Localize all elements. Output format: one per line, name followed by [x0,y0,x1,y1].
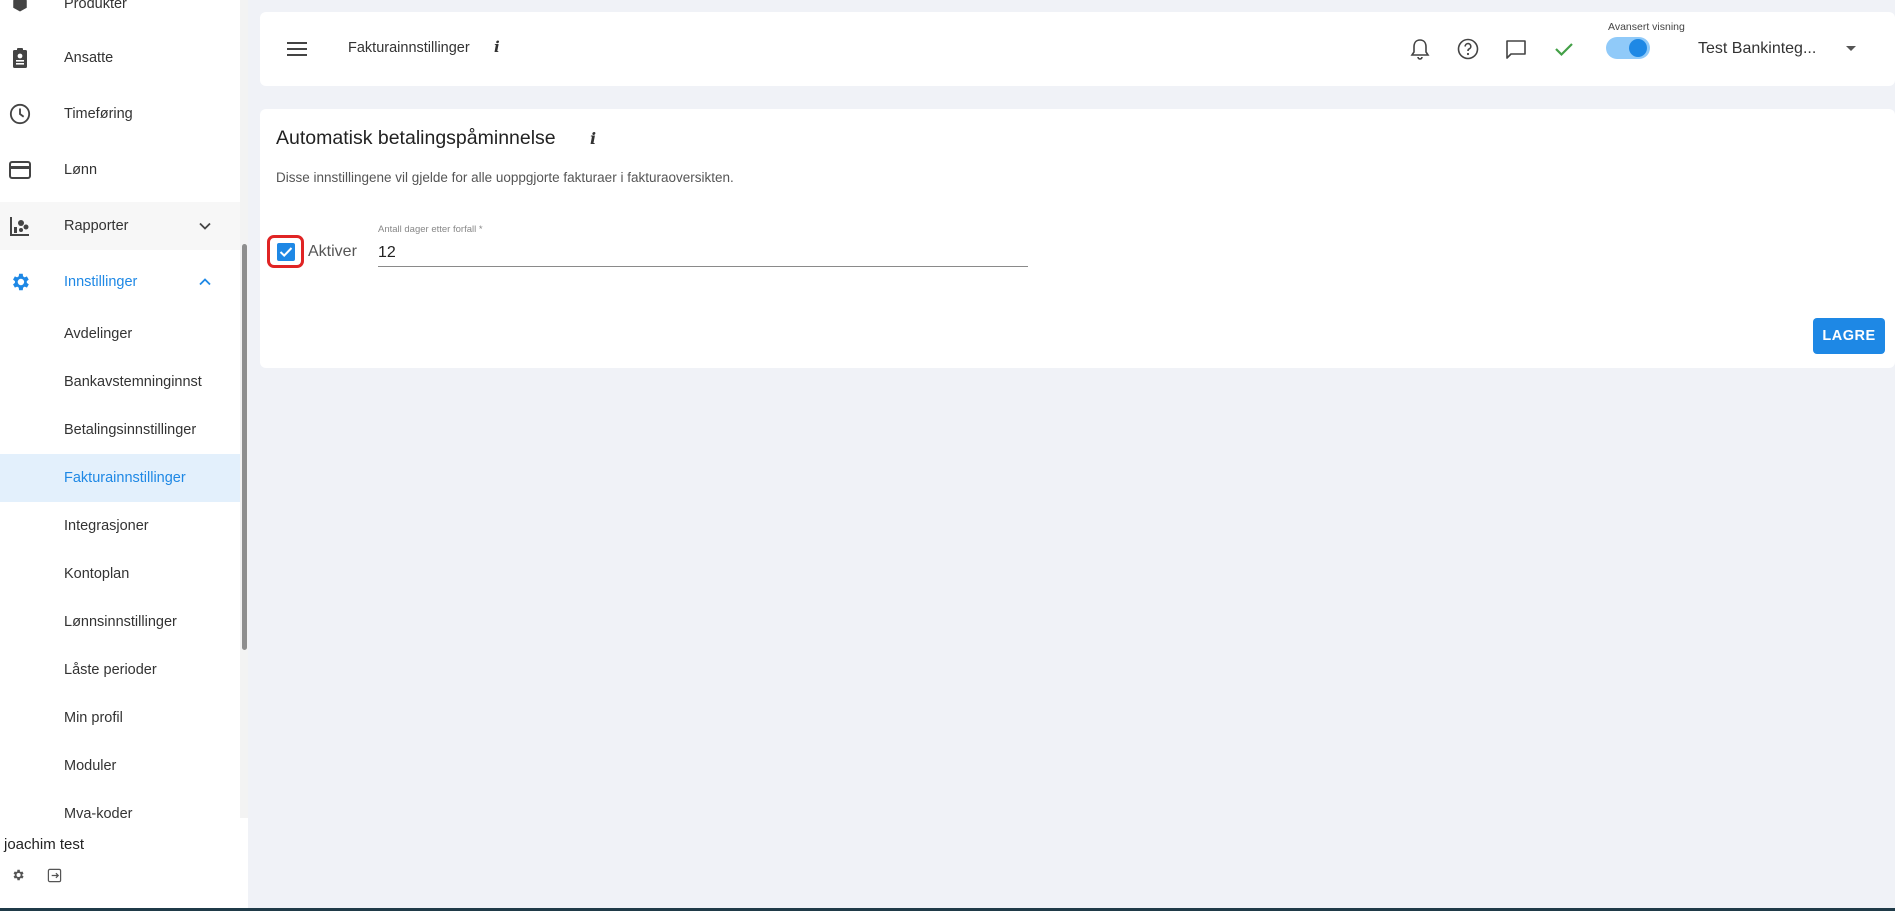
sidebar-subitem-kontoplan[interactable]: Kontoplan [0,550,240,598]
sidebar-subitem-label: Min profil [64,710,123,726]
checkmark-icon[interactable] [1551,36,1577,62]
sidebar-scrollbar-thumb[interactable] [242,244,247,650]
sidebar-subitem-label: Integrasjoner [64,518,149,534]
sidebar-subitem-label: Avdelinger [64,326,133,342]
sidebar-subitem-bankavstemninginnst[interactable]: Bankavstemninginnst [0,358,240,406]
advanced-view-toggle[interactable] [1606,37,1650,59]
page-title: Fakturainnstillinger [348,40,470,56]
checkbox-checked [276,242,295,261]
sidebar-item-label: Rapporter [64,218,129,234]
sidebar-subitem-label: Lønnsinnstillinger [64,614,177,630]
sidebar-subitem-integrasjoner[interactable]: Integrasjoner [0,502,240,550]
sidebar-subitem-label: Betalingsinnstillinger [64,422,197,438]
advanced-view-label: Avansert visning [1608,21,1685,33]
sidebar-item-label: Timeføring [64,106,133,122]
report-icon [8,214,32,238]
sidebar-subitem-label: Moduler [64,758,117,774]
user-name: joachim test [4,836,85,853]
days-after-due-input[interactable] [378,239,1028,267]
check-icon [279,246,292,257]
chevron-down-icon [196,217,214,235]
sidebar-item-label: Ansatte [64,50,114,66]
badge-icon [8,46,32,70]
sidebar-subitem-betalingsinnstillinger[interactable]: Betalingsinnstillinger [0,406,240,454]
sidebar-item-label: Produkter [64,0,127,12]
sidebar-subitem-label: Kontoplan [64,566,130,582]
chevron-up-icon [196,273,214,291]
hamburger-menu-icon[interactable] [284,36,310,62]
credit-card-icon [8,158,32,182]
payment-reminder-card: Automatisk betalingspåminnelse i Disse i… [260,109,1895,368]
sidebar-nav[interactable]: Produkter Ansatte Timeføring Lønn Rappor… [0,0,248,818]
sidebar-item-rapporter[interactable]: Rapporter [0,202,240,250]
chat-icon[interactable] [1503,36,1529,62]
save-button[interactable]: LAGRE [1813,318,1885,354]
sidebar: Produkter Ansatte Timeføring Lønn Rappor… [0,0,248,911]
sidebar-subitem-label: Bankavstemninginnst [64,374,202,390]
sidebar-subitem-fakturainnstillinger[interactable]: Fakturainnstillinger [0,454,240,502]
topbar: Fakturainnstillinger i Avansert visning … [260,12,1895,86]
sidebar-subitem-label: Fakturainnstillinger [64,470,186,486]
info-icon[interactable]: i [494,38,500,56]
sidebar-item-produkter[interactable]: Produkter [0,0,240,28]
sidebar-subitem-lonnsinnstillinger[interactable]: Lønnsinnstillinger [0,598,240,646]
caret-down-icon[interactable] [1846,46,1856,51]
days-after-due-label: Antall dager etter forfall * [378,224,483,235]
sidebar-subitem-laste-perioder[interactable]: Låste perioder [0,646,240,694]
info-icon[interactable]: i [590,129,596,148]
sidebar-subitem-min-profil[interactable]: Min profil [0,694,240,742]
sidebar-item-label: Innstillinger [64,274,138,290]
sidebar-item-ansatte[interactable]: Ansatte [0,34,240,82]
sidebar-subitem-mva-koder[interactable]: Mva-koder [0,790,240,818]
aktiver-label: Aktiver [308,243,357,260]
bell-icon[interactable] [1407,36,1433,62]
sidebar-subitem-label: Mva-koder [64,806,133,818]
sidebar-subitem-label: Låste perioder [64,662,157,678]
box-icon [8,0,32,16]
toggle-knob [1629,39,1647,57]
sidebar-item-lonn[interactable]: Lønn [0,146,240,194]
sidebar-item-timeforing[interactable]: Timeføring [0,90,240,138]
sidebar-item-innstillinger[interactable]: Innstillinger [0,258,240,306]
clock-icon [8,102,32,126]
aktiver-checkbox[interactable] [267,235,304,268]
company-selector[interactable]: Test Bankinteg... [1698,40,1816,58]
settings-gear-icon[interactable] [9,866,27,884]
sidebar-subitem-moduler[interactable]: Moduler [0,742,240,790]
sidebar-subitem-avdelinger[interactable]: Avdelinger [0,310,240,358]
help-icon[interactable] [1455,36,1481,62]
gear-icon [8,270,32,294]
card-title: Automatisk betalingspåminnelse [276,127,556,149]
card-description: Disse innstillingene vil gjelde for alle… [276,170,734,185]
sidebar-item-label: Lønn [64,162,98,178]
logout-icon[interactable] [45,866,63,884]
